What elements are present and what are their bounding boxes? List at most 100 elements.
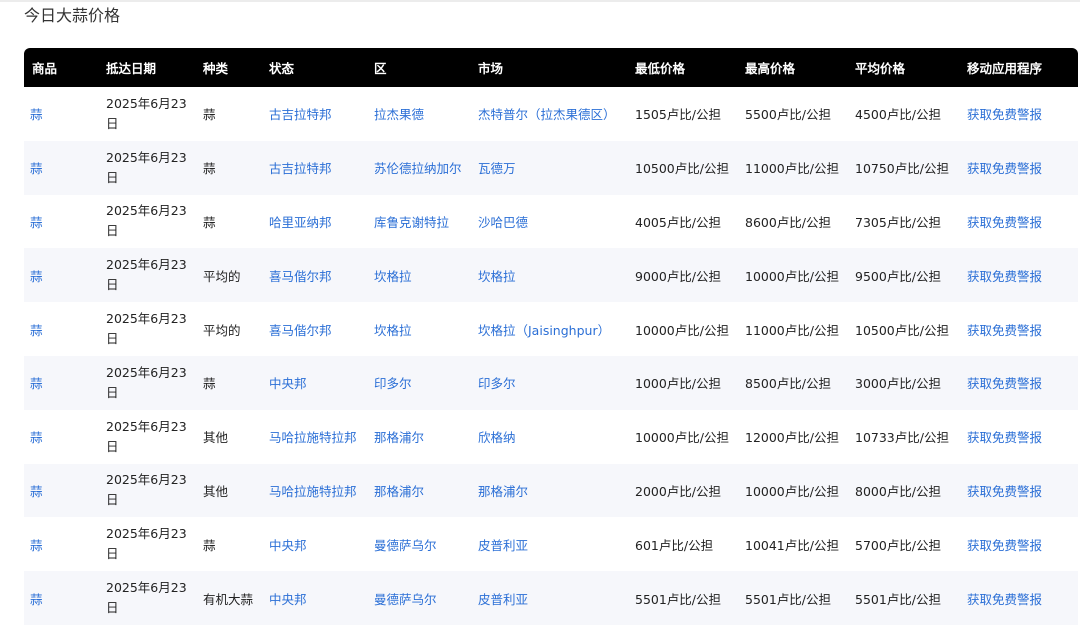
cell-alert-link[interactable]: 获取免费警报 (967, 140, 1078, 195)
cell-market-link[interactable]: 杰特普尔（拉杰果德区） (478, 87, 635, 141)
cell-min-price: 601卢比/公担 (635, 517, 745, 572)
cell-district-link[interactable]: 拉杰果德 (374, 87, 478, 141)
cell-district-link[interactable]: 库鲁克谢特拉 (374, 194, 478, 249)
cell-market-link[interactable]: 皮普利亚 (478, 571, 635, 625)
cell-arrival-date: 2025年6月23日 (106, 409, 203, 464)
cell-state-link[interactable]: 马哈拉施特拉邦 (269, 463, 374, 518)
cell-max-price: 5501卢比/公担 (745, 571, 855, 625)
cell-arrival-date: 2025年6月23日 (106, 517, 203, 572)
cell-alert-link[interactable]: 获取免费警报 (967, 302, 1078, 356)
table-header-row: 商品 抵达日期 种类 状态 区 市场 最低价格 最高价格 平均价格 移动应用程序 (24, 48, 1078, 87)
cell-alert-link[interactable]: 获取免费警报 (967, 517, 1078, 572)
cell-market-link[interactable]: 那格浦尔 (478, 463, 635, 518)
cell-max-price: 5500卢比/公担 (745, 87, 855, 141)
cell-commodity-link[interactable]: 蒜 (24, 140, 106, 195)
cell-market-link[interactable]: 欣格纳 (478, 409, 635, 464)
cell-commodity-link[interactable]: 蒜 (24, 571, 106, 625)
cell-avg-price: 5700卢比/公担 (855, 517, 967, 572)
cell-commodity-link[interactable]: 蒜 (24, 302, 106, 356)
cell-variety: 蒜 (203, 140, 269, 195)
table-row: 蒜 2025年6月23日 平均的 喜马偕尔邦 坎格拉 坎格拉（Jaisinghpur） 10… (24, 302, 1078, 356)
cell-alert-link[interactable]: 获取免费警报 (967, 355, 1078, 410)
cell-state-link[interactable]: 古吉拉特邦 (269, 87, 374, 141)
cell-district-link[interactable]: 坎格拉 (374, 248, 478, 303)
table-row: 蒜 2025年6月23日 平均的 喜马偕尔邦 坎格拉 坎格拉 9000卢比/公担 10000卢… (24, 248, 1078, 303)
table-row: 蒜 2025年6月23日蒜中央邦 印多尔 印多尔 1000卢比/公担 8500卢比/公担 3… (24, 355, 1078, 410)
cell-state-link[interactable]: 喜马偕尔邦 (269, 302, 374, 356)
cell-alert-link[interactable]: 获取免费警报 (967, 571, 1078, 625)
header-market: 市场 (478, 48, 635, 87)
page-title: 今日大蒜价格 (24, 6, 121, 25)
cell-avg-price: 4500卢比/公担 (855, 87, 967, 141)
cell-district-link[interactable]: 苏伦德拉纳加尔 (374, 140, 478, 195)
cell-avg-price: 10750卢比/公担 (855, 140, 967, 195)
header-variety: 种类 (203, 48, 269, 87)
cell-max-price: 8500卢比/公担 (745, 355, 855, 410)
cell-market-link[interactable]: 坎格拉（Jaisinghpur） (478, 302, 635, 356)
cell-district-link[interactable]: 印多尔 (374, 355, 478, 410)
cell-state-link[interactable]: 马哈拉施特拉邦 (269, 409, 374, 464)
cell-variety: 蒜 (203, 194, 269, 249)
cell-arrival-date: 2025年6月23日 (106, 355, 203, 410)
cell-variety: 平均的 (203, 302, 269, 356)
cell-commodity-link[interactable]: 蒜 (24, 355, 106, 410)
cell-alert-link[interactable]: 获取免费警报 (967, 248, 1078, 303)
table-row: 蒜 2025年6月23日 其他 马哈拉施特拉邦 那格浦尔 欣格纳 10000卢比/公担 120… (24, 409, 1078, 464)
cell-commodity-link[interactable]: 蒜 (24, 517, 106, 572)
cell-district-link[interactable]: 坎格拉 (374, 302, 478, 356)
cell-variety: 蒜 (203, 517, 269, 572)
header-avg-price: 平均价格 (855, 48, 967, 87)
cell-arrival-date: 2025年6月23日 (106, 87, 203, 141)
cell-commodity-link[interactable]: 蒜 (24, 194, 106, 249)
cell-commodity-link[interactable]: 蒜 (24, 87, 106, 141)
cell-arrival-date: 2025年6月23日 (106, 194, 203, 249)
cell-avg-price: 3000卢比/公担 (855, 355, 967, 410)
price-table-container: 商品 抵达日期 种类 状态 区 市场 最低价格 最高价格 平均价格 移动应用程序… (24, 48, 1078, 625)
header-district: 区 (374, 48, 478, 87)
cell-min-price: 10500卢比/公担 (635, 140, 745, 195)
cell-state-link[interactable]: 喜马偕尔邦 (269, 248, 374, 303)
table-body: 蒜 2025年6月23日蒜古吉拉特邦 拉杰果德 杰特普尔（拉杰果德区） 1505卢比/公… (24, 87, 1078, 625)
header-state: 状态 (269, 48, 374, 87)
header-mobile-app: 移动应用程序 (967, 48, 1078, 87)
cell-max-price: 10000卢比/公担 (745, 463, 855, 518)
cell-avg-price: 10500卢比/公担 (855, 302, 967, 356)
header-commodity: 商品 (24, 48, 106, 87)
cell-district-link[interactable]: 曼德萨乌尔 (374, 571, 478, 625)
cell-variety: 其他 (203, 463, 269, 518)
cell-market-link[interactable]: 皮普利亚 (478, 517, 635, 572)
cell-district-link[interactable]: 那格浦尔 (374, 409, 478, 464)
cell-state-link[interactable]: 古吉拉特邦 (269, 140, 374, 195)
cell-state-link[interactable]: 中央邦 (269, 571, 374, 625)
cell-alert-link[interactable]: 获取免费警报 (967, 194, 1078, 249)
cell-max-price: 11000卢比/公担 (745, 140, 855, 195)
cell-state-link[interactable]: 中央邦 (269, 517, 374, 572)
cell-alert-link[interactable]: 获取免费警报 (967, 463, 1078, 518)
cell-alert-link[interactable]: 获取免费警报 (967, 409, 1078, 464)
table-row: 蒜 2025年6月23日 有机大蒜 中央邦 曼德萨乌尔 皮普利亚 5501卢比/公担 5501… (24, 571, 1078, 625)
cell-commodity-link[interactable]: 蒜 (24, 248, 106, 303)
cell-district-link[interactable]: 曼德萨乌尔 (374, 517, 478, 572)
header-max-price: 最高价格 (745, 48, 855, 87)
cell-state-link[interactable]: 哈里亚纳邦 (269, 194, 374, 249)
cell-avg-price: 5501卢比/公担 (855, 571, 967, 625)
cell-min-price: 5501卢比/公担 (635, 571, 745, 625)
cell-commodity-link[interactable]: 蒜 (24, 409, 106, 464)
price-table: 商品 抵达日期 种类 状态 区 市场 最低价格 最高价格 平均价格 移动应用程序… (24, 48, 1078, 625)
cell-min-price: 10000卢比/公担 (635, 302, 745, 356)
cell-state-link[interactable]: 中央邦 (269, 355, 374, 410)
cell-min-price: 1000卢比/公担 (635, 355, 745, 410)
cell-commodity-link[interactable]: 蒜 (24, 463, 106, 518)
cell-alert-link[interactable]: 获取免费警报 (967, 87, 1078, 141)
cell-market-link[interactable]: 印多尔 (478, 355, 635, 410)
cell-market-link[interactable]: 坎格拉 (478, 248, 635, 303)
cell-district-link[interactable]: 那格浦尔 (374, 463, 478, 518)
cell-market-link[interactable]: 沙哈巴德 (478, 194, 635, 249)
cell-variety: 平均的 (203, 248, 269, 303)
cell-arrival-date: 2025年6月23日 (106, 463, 203, 518)
cell-market-link[interactable]: 瓦德万 (478, 140, 635, 195)
cell-max-price: 11000卢比/公担 (745, 302, 855, 356)
cell-variety: 蒜 (203, 355, 269, 410)
table-row: 蒜 2025年6月23日蒜中央邦 曼德萨乌尔 皮普利亚 601卢比/公担 10041卢比/… (24, 517, 1078, 572)
cell-avg-price: 10733卢比/公担 (855, 409, 967, 464)
